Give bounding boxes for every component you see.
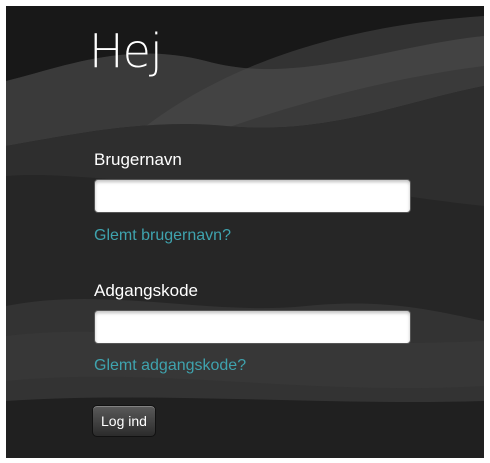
login-button[interactable]: Log ind [92,405,156,437]
forgot-username-link[interactable]: Glemt brugernavn? [94,228,231,244]
password-label: Adgangskode [94,281,198,300]
password-field[interactable] [94,310,411,344]
login-panel: Hej Brugernavn Glemt brugernavn? Adgangs… [6,6,484,458]
username-field[interactable] [94,179,411,213]
login-form: Hej Brugernavn Glemt brugernavn? Adgangs… [6,6,484,458]
forgot-password-link[interactable]: Glemt adgangskode? [94,358,246,374]
greeting-title: Hej [89,24,163,78]
username-label: Brugernavn [94,150,182,169]
